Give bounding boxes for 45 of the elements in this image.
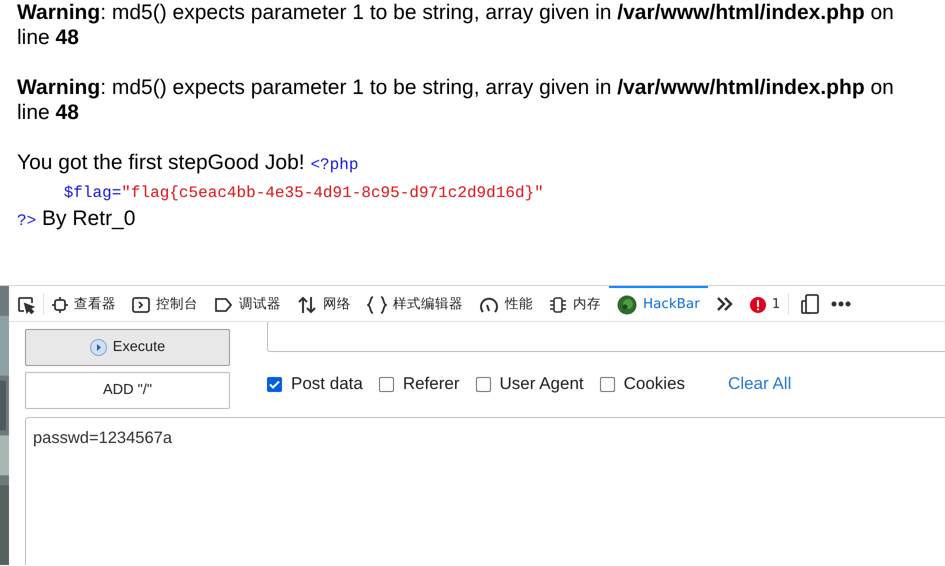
php-code: ?> bbox=[17, 212, 36, 230]
checkbox[interactable] bbox=[267, 376, 282, 392]
checkbox-label: Cookies bbox=[624, 373, 686, 396]
devtools-tab[interactable]: 性能 bbox=[471, 286, 541, 322]
more-tabs-icon[interactable] bbox=[716, 296, 734, 312]
devtools-tab[interactable]: HackBar bbox=[609, 286, 708, 322]
network-icon bbox=[297, 296, 317, 314]
checkbox-label: User Agent bbox=[500, 373, 584, 396]
debugger-icon bbox=[214, 298, 233, 312]
checkbox[interactable] bbox=[600, 376, 615, 392]
devtools-tab[interactable]: 样式编辑器 bbox=[359, 286, 471, 322]
gauge-icon bbox=[479, 296, 499, 314]
error-count-button[interactable]: 1 bbox=[742, 286, 788, 322]
add-slash-button[interactable]: ADD "/" bbox=[25, 372, 230, 409]
php-code: <?php bbox=[310, 156, 358, 174]
warning-message: Warning: md5() expects parameter 1 to be string, array given in /var/www/html/index.php on line 48 bbox=[17, 0, 895, 50]
checkbox[interactable] bbox=[476, 376, 491, 392]
devtools-tab[interactable]: 网络 bbox=[289, 286, 359, 322]
warning-message: Warning: md5() expects parameter 1 to be string, array given in /var/www/html/index.php on line 48 bbox=[17, 75, 895, 125]
devtools-tab[interactable]: 调试器 bbox=[206, 286, 289, 322]
memory-chip-icon bbox=[549, 296, 567, 314]
output-text: By Retr_0 bbox=[42, 207, 136, 230]
output-text: You got the first stepGood Job! bbox=[17, 151, 305, 174]
console-icon bbox=[132, 296, 150, 312]
responsive-mode-icon[interactable] bbox=[801, 294, 820, 314]
checkbox[interactable] bbox=[378, 376, 394, 392]
pick-element-icon bbox=[17, 296, 35, 314]
error-icon bbox=[750, 296, 766, 312]
flag-string: "flag{c5eac4bb-4e35-4d91-8c95-d971c2d9d16d}" bbox=[121, 184, 544, 202]
braces-icon bbox=[367, 296, 387, 314]
play-icon bbox=[90, 339, 107, 356]
devtools-tab[interactable]: 控制台 bbox=[124, 286, 206, 322]
clear-all-link[interactable]: Clear All bbox=[728, 371, 792, 397]
hackbar-logo-icon bbox=[617, 294, 637, 314]
url-field[interactable] bbox=[267, 322, 945, 352]
more-options-icon[interactable] bbox=[831, 300, 852, 306]
inspector-icon bbox=[52, 296, 68, 312]
devtools-tab[interactable]: 内存 bbox=[541, 286, 609, 322]
execute-button[interactable]: Execute bbox=[25, 329, 230, 366]
php-code: $flag= bbox=[62, 184, 122, 202]
checkmark-icon bbox=[269, 380, 280, 388]
checkbox-label: Post data bbox=[291, 373, 363, 396]
checkbox-label: Referer bbox=[402, 373, 460, 396]
devtools-tab[interactable]: 查看器 bbox=[44, 286, 124, 322]
post-data-field[interactable]: passwd=1234567a bbox=[25, 417, 945, 565]
